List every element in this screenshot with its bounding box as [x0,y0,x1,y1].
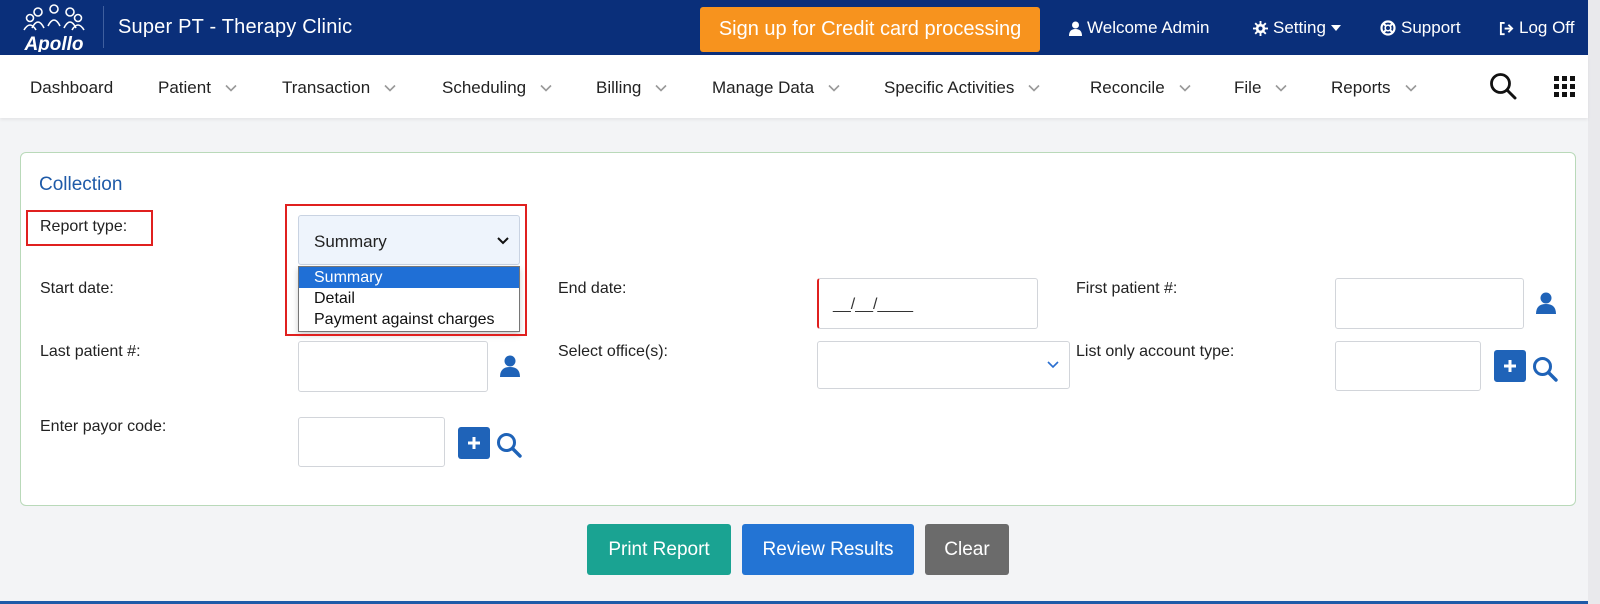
gear-icon [1253,20,1268,36]
nav-reconcile[interactable]: Reconcile [1090,78,1191,98]
add-account-type-button[interactable] [1494,350,1526,382]
credit-card-signup-button[interactable]: Sign up for Credit card processing [700,7,1040,52]
last-patient-label: Last patient #: [40,343,141,360]
chevron-down-icon [1179,84,1191,92]
plus-icon [468,437,480,449]
plus-icon [1504,360,1516,372]
payor-code-input[interactable] [298,417,445,467]
logo-separator [103,6,104,48]
highlight-report-type-label [26,210,153,246]
caret-down-icon [1330,25,1341,31]
nav-transaction[interactable]: Transaction [282,78,396,98]
nav-scheduling-label: Scheduling [442,78,527,97]
nav-file[interactable]: File [1234,78,1287,98]
nav-transaction-label: Transaction [282,78,371,97]
add-payor-button[interactable] [458,427,490,459]
nav-reports-label: Reports [1331,78,1391,97]
chevron-down-icon [828,84,840,92]
print-report-button[interactable]: Print Report [587,524,731,575]
logo-text: Apollo [23,34,83,52]
nav-specific-activities-label: Specific Activities [884,78,1015,97]
nav-manage-data[interactable]: Manage Data [712,78,840,98]
sign-out-icon [1499,21,1514,35]
apps-grid-icon[interactable] [1554,76,1575,97]
chevron-down-icon [540,84,552,92]
patient-lookup-icon[interactable] [1536,292,1556,314]
user-icon [1069,21,1082,36]
account-type-label: List only account type: [1076,343,1235,360]
nav-patient[interactable]: Patient [158,78,237,98]
nav-specific-activities[interactable]: Specific Activities [884,78,1040,98]
start-date-label: Start date: [40,280,114,297]
nav-billing[interactable]: Billing [596,78,667,98]
highlight-report-type-select [285,204,527,336]
first-patient-label: First patient #: [1076,280,1178,297]
nav-scheduling[interactable]: Scheduling [442,78,552,98]
scrollbar[interactable] [1588,0,1600,604]
main-nav: Dashboard Patient Transaction Scheduling… [0,55,1588,118]
welcome-label: Welcome Admin [1087,18,1210,37]
chevron-down-icon [384,84,396,92]
office-select[interactable] [817,341,1070,389]
end-date-mask: __/__/____ [833,296,914,313]
collection-panel [20,152,1576,506]
chevron-down-icon [1404,84,1417,92]
patient-lookup-icon[interactable] [500,355,520,377]
search-icon[interactable] [1489,72,1517,100]
chevron-down-icon [1047,361,1059,369]
top-header: Apollo Super PT - Therapy Clinic Sign up… [0,0,1588,55]
review-results-button[interactable]: Review Results [742,524,914,575]
select-office-label: Select office(s): [558,343,668,360]
nav-reports[interactable]: Reports [1331,78,1417,98]
last-patient-input[interactable] [298,341,488,392]
end-date-input[interactable]: __/__/____ [817,278,1038,329]
logoff-link[interactable]: Log Off [1499,18,1574,38]
nav-billing-label: Billing [596,78,642,97]
logoff-label: Log Off [1519,18,1575,37]
chevron-down-icon [1028,84,1040,92]
end-date-label: End date: [558,280,627,297]
nav-dashboard[interactable]: Dashboard [30,78,113,98]
chevron-down-icon [1275,84,1287,92]
nav-patient-label: Patient [158,78,211,97]
panel-title: Collection [39,174,123,195]
welcome-admin-link[interactable]: Welcome Admin [1069,18,1210,38]
setting-label: Setting [1273,18,1326,37]
first-patient-input[interactable] [1335,278,1524,329]
nav-reconcile-label: Reconcile [1090,78,1165,97]
clinic-name: Super PT - Therapy Clinic [118,16,353,38]
search-account-type-icon[interactable] [1532,356,1558,382]
account-type-input[interactable] [1335,341,1481,391]
chevron-down-icon [225,84,237,92]
clear-button[interactable]: Clear [925,524,1009,575]
nav-manage-data-label: Manage Data [712,78,815,97]
search-payor-icon[interactable] [496,432,522,458]
chevron-down-icon [655,84,667,92]
nav-file-label: File [1234,78,1262,97]
support-label: Support [1401,18,1461,37]
lifebuoy-icon [1380,20,1396,36]
support-link[interactable]: Support [1380,18,1461,38]
nav-dashboard-label: Dashboard [30,78,114,97]
apollo-logo[interactable]: Apollo [16,4,92,52]
setting-menu[interactable]: Setting [1253,18,1341,38]
payor-code-label: Enter payor code: [40,418,167,435]
